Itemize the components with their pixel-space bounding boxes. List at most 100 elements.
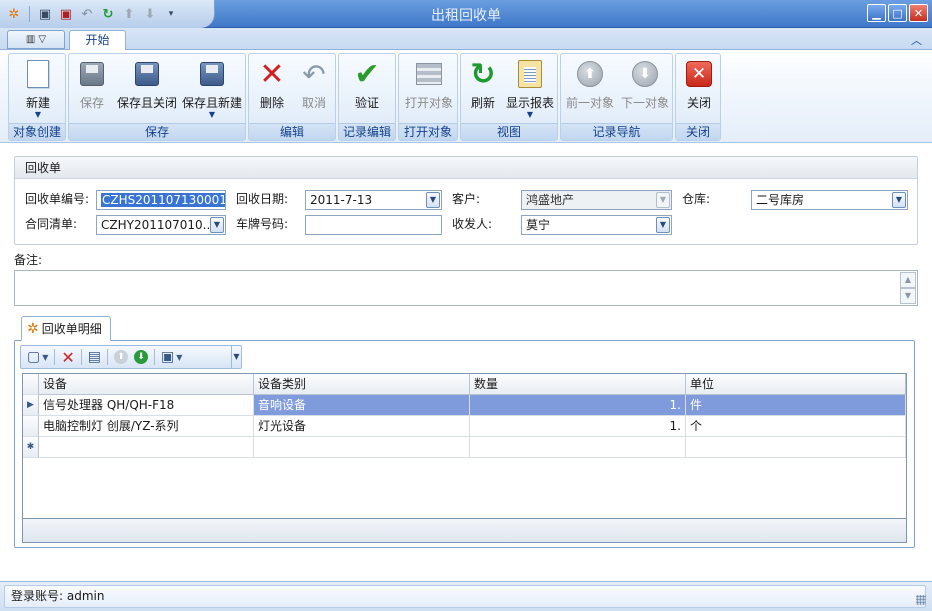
contract-select[interactable]: CZHY201107010... ▼ [96, 215, 226, 235]
app-menu-button[interactable]: ▥ ▽ [7, 30, 65, 49]
resize-grip-icon[interactable] [916, 595, 926, 605]
chevron-down-icon[interactable]: ▼ [892, 192, 906, 208]
separator [54, 349, 56, 365]
warehouse-select[interactable]: 二号库房 ▼ [751, 190, 908, 210]
grid-edit-icon[interactable]: ▤ [88, 349, 101, 365]
column-device[interactable]: 设备 [39, 374, 254, 395]
detail-panel: ▢ ▼ ✕ ▤ ⬆ ⬇ ▣ ▼ ▼ 设备 设备类别 数量 单位 ▶ 信号处理器 QH… [14, 340, 915, 548]
cell-category[interactable]: 灯光设备 [254, 416, 470, 437]
new-row-icon[interactable]: ▢ ▼ [27, 349, 48, 365]
handler-label: 收发人: [452, 217, 493, 231]
refresh-button[interactable]: ↻ 刷新 [465, 56, 501, 120]
cell-device[interactable] [39, 437, 254, 458]
chevron-down-icon[interactable]: ▼ [210, 217, 224, 233]
contract-label: 合同清单: [25, 217, 78, 231]
group-save: 保存 保存且关闭 保存且新建 ▼ 保存 [68, 53, 246, 141]
new-row[interactable]: ✱ [23, 437, 906, 458]
save-icon [80, 62, 104, 86]
delete-row-icon[interactable]: ✕ [61, 348, 74, 367]
refresh-icon: ↻ [470, 56, 496, 92]
current-row-indicator-icon: ▶ [23, 395, 39, 416]
new-button[interactable]: 新建 ▼ [13, 58, 63, 120]
handler-select[interactable]: 莫宁 ▼ [521, 215, 672, 235]
move-down-icon[interactable]: ⬇ [134, 350, 149, 364]
cancel-button[interactable]: ↶ 取消 [295, 58, 333, 120]
chevron-down-icon: ▼ [208, 110, 216, 119]
new-row-asterisk-icon: ✱ [23, 437, 39, 458]
verify-button[interactable]: ✔ 验证 [345, 57, 389, 120]
remark-textarea[interactable]: ▲ ▼ [14, 270, 918, 306]
row-header [23, 416, 39, 437]
panel-icon: ▥ [25, 34, 36, 45]
chevron-down-icon: ▽ [38, 34, 47, 45]
cell-category[interactable] [254, 437, 470, 458]
cell-qty[interactable]: 1. [470, 416, 686, 437]
cell-qty[interactable]: 1. [470, 395, 686, 416]
undo-icon: ↶ [302, 57, 326, 91]
group-record-nav: ⬆ 前一对象 ⬇ 下一对象 记录导航 [560, 53, 673, 141]
open-object-button[interactable]: 打开对象 [403, 58, 455, 120]
cell-category[interactable]: 音响设备 [254, 395, 470, 416]
save-close-icon [135, 62, 159, 86]
window-title: 出租回收单 [431, 8, 501, 24]
receipt-no-label: 回收单编号: [25, 192, 90, 206]
gear-icon: ✲ [27, 320, 39, 337]
table-row[interactable]: 电脑控制灯 创展/YZ-系列 灯光设备 1. 个 [23, 416, 906, 437]
ribbon-tab-strip: ▥ ▽ 开始 ︿ [0, 28, 932, 51]
minimize-button[interactable]: ▁ [867, 4, 886, 22]
tab-start[interactable]: 开始 [69, 30, 126, 51]
arrow-down-icon: ⬇ [632, 61, 658, 87]
chevron-down-icon: ▼ [526, 110, 534, 119]
login-status: 登录账号: admin [4, 585, 926, 608]
warehouse-label: 仓库: [682, 192, 711, 206]
close-button[interactable]: ✕ 关闭 [679, 58, 719, 120]
move-up-icon[interactable]: ⬆ [114, 350, 129, 364]
show-report-button[interactable]: 显示报表 ▼ [503, 58, 557, 120]
title-bar: ✲ ▣ ▣ ↶ ↻ ⬆ ⬇ ▾ 出租回收单 ▁ □ ✕ [0, 0, 932, 28]
grid-icon [416, 63, 442, 85]
prev-object-button[interactable]: ⬆ 前一对象 [563, 58, 617, 120]
window-controls: ▁ □ ✕ [867, 4, 928, 22]
date-picker[interactable]: 2011-7-13 ▼ [305, 190, 442, 210]
delete-button[interactable]: ✕ 删除 [253, 57, 291, 120]
cell-device[interactable]: 电脑控制灯 创展/YZ-系列 [39, 416, 254, 437]
receipt-no-input[interactable]: CZHS201107130001 [96, 190, 226, 210]
receipt-form-panel: 回收单 回收单编号: CZHS201107130001 回收日期: 2011-7… [14, 156, 918, 245]
group-close: ✕ 关闭 关闭 [675, 53, 721, 141]
status-bar: 登录账号: admin [0, 581, 932, 611]
save-new-button[interactable]: 保存且新建 ▼ [181, 58, 243, 120]
arrow-up-icon: ⬆ [577, 61, 603, 87]
column-unit[interactable]: 单位 [686, 374, 906, 395]
cell-unit[interactable]: 件 [686, 395, 906, 416]
save-close-button[interactable]: 保存且关闭 [115, 58, 179, 120]
chevron-down-icon[interactable]: ▼ [426, 192, 440, 208]
remark-scrollbar[interactable]: ▲ ▼ [900, 272, 916, 304]
next-object-button[interactable]: ⬇ 下一对象 [618, 58, 672, 120]
save-button[interactable]: 保存 [73, 58, 111, 120]
scroll-down-icon[interactable]: ▼ [900, 288, 916, 304]
column-category[interactable]: 设备类别 [254, 374, 470, 395]
cell-unit[interactable]: 个 [686, 416, 906, 437]
plate-input[interactable] [305, 215, 442, 235]
ribbon-collapse-icon[interactable]: ︿ [911, 32, 922, 48]
cell-qty[interactable] [470, 437, 686, 458]
close-window-button[interactable]: ✕ [909, 4, 928, 22]
customer-select[interactable]: 鸿盛地产 ▼ [521, 190, 672, 210]
save-rows-icon[interactable]: ▣ ▼ [161, 349, 182, 365]
maximize-button[interactable]: □ [888, 4, 907, 22]
separator [107, 349, 109, 365]
detail-toolbar: ▢ ▼ ✕ ▤ ⬆ ⬇ ▣ ▼ ▼ [20, 345, 242, 369]
group-edit: ✕ 删除 ↶ 取消 编辑 [248, 53, 336, 141]
cell-device[interactable]: 信号处理器 QH/QH-F18 [39, 395, 254, 416]
cell-unit[interactable] [686, 437, 906, 458]
grid-footer [23, 518, 906, 542]
save-new-icon [200, 62, 224, 86]
tab-receipt-detail[interactable]: ✲ 回收单明细 [21, 316, 111, 341]
scroll-up-icon[interactable]: ▲ [900, 272, 916, 288]
toolbar-overflow-icon[interactable]: ▼ [231, 346, 241, 368]
table-row[interactable]: ▶ 信号处理器 QH/QH-F18 音响设备 1. 件 [23, 395, 906, 416]
column-qty[interactable]: 数量 [470, 374, 686, 395]
form-title: 回收单 [15, 157, 917, 179]
close-icon: ✕ [686, 61, 712, 87]
chevron-down-icon[interactable]: ▼ [656, 217, 670, 233]
